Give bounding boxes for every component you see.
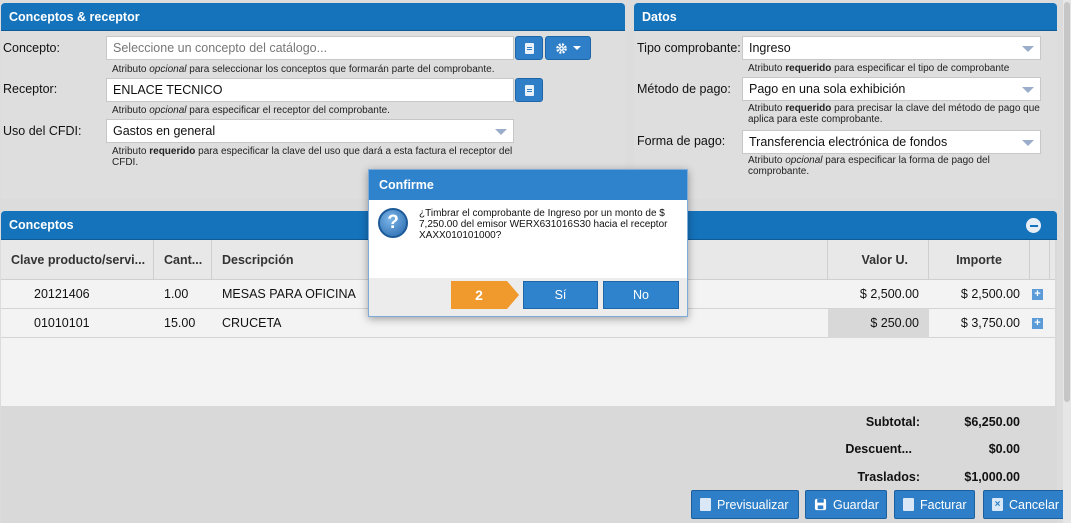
previsualizar-button[interactable]: Previsualizar xyxy=(691,490,799,519)
uso-cfdi-hint: Atributo requerido para especificar la c… xyxy=(112,146,513,168)
invoice-icon xyxy=(903,498,914,511)
metodo-pago-select[interactable]: Pago en una sola exhibición xyxy=(742,77,1041,101)
concepto-hint: Atributo opcional para seleccionar los c… xyxy=(112,64,495,75)
column-valor-unitario[interactable]: Valor U. xyxy=(828,240,929,280)
tipo-comprobante-label: Tipo comprobante: xyxy=(637,41,741,55)
cell-descripcion: MESAS PARA OFICINA xyxy=(222,287,356,301)
grid-empty-area xyxy=(1,338,1055,406)
dialog-title: Confirme xyxy=(369,170,687,200)
tipo-comprobante-select[interactable]: Ingreso xyxy=(742,36,1041,60)
forma-pago-select[interactable]: Transferencia electrónica de fondos xyxy=(742,130,1041,154)
metodo-pago-label: Método de pago: xyxy=(637,82,731,96)
chevron-down-icon xyxy=(573,46,581,50)
cell-importe: $ 2,500.00 xyxy=(960,287,1020,301)
confirm-dialog: Confirme ? ¿Timbrar el comprobante de In… xyxy=(368,169,688,317)
receptor-input[interactable]: ENLACE TECNICO xyxy=(106,78,514,102)
descuento-value: $0.00 xyxy=(988,442,1020,456)
concepto-input[interactable]: Seleccione un concepto del catálogo... xyxy=(106,36,514,60)
add-concepto-button[interactable] xyxy=(515,36,543,60)
tipo-comprobante-hint: Atributo requerido para especificar el t… xyxy=(748,63,1010,74)
dialog-footer: 2 Sí No xyxy=(369,278,687,316)
yes-button[interactable]: Sí xyxy=(523,281,598,309)
gear-icon xyxy=(556,42,567,54)
pdf-icon xyxy=(700,498,711,511)
cancelar-button[interactable]: × Cancelar xyxy=(983,490,1068,519)
panel-title: Datos xyxy=(634,3,1057,31)
uso-cfdi-label: Uso del CFDI: xyxy=(3,124,82,138)
chevron-down-icon xyxy=(1022,140,1034,146)
subtotal-value: $6,250.00 xyxy=(964,415,1020,429)
receptor-hint: Atributo opcional para especificar el re… xyxy=(112,105,390,116)
chevron-down-icon xyxy=(1022,46,1034,52)
dialog-message: ¿Timbrar el comprobante de Ingreso por u… xyxy=(419,208,668,241)
save-icon xyxy=(814,498,827,511)
uso-cfdi-select[interactable]: Gastos en general xyxy=(106,119,514,143)
minus-circle-icon xyxy=(1029,224,1038,227)
cell-clave: 01010101 xyxy=(34,316,90,330)
question-icon: ? xyxy=(378,208,408,238)
forma-pago-hint: Atributo opcional para especificar la fo… xyxy=(748,155,990,177)
subtotal-label: Subtotal: xyxy=(865,415,920,429)
metodo-pago-hint: Atributo requerido para precisar la clav… xyxy=(748,103,1040,125)
cell-cantidad: 15.00 xyxy=(164,316,196,330)
chevron-down-icon xyxy=(1022,87,1034,93)
cell-valor-unitario: $ 250.00 xyxy=(828,309,929,338)
traslados-label: Traslados: xyxy=(857,470,920,484)
column-cantidad[interactable]: Cant... xyxy=(154,240,212,280)
traslados-value: $1,000.00 xyxy=(964,470,1020,484)
panel-title: Conceptos & receptor xyxy=(1,3,625,31)
collapse-button[interactable] xyxy=(1026,218,1041,233)
cell-importe: $ 3,750.00 xyxy=(960,316,1020,330)
cell-clave: 20121406 xyxy=(34,287,90,301)
cancel-icon: × xyxy=(992,498,1003,511)
cell-valor-unitario: $ 2,500.00 xyxy=(859,287,919,301)
add-document-icon xyxy=(524,84,534,96)
scrollbar-thumb[interactable] xyxy=(1064,2,1070,402)
add-document-icon xyxy=(524,42,534,54)
cell-cantidad: 1.00 xyxy=(164,287,189,301)
receptor-label: Receptor: xyxy=(3,82,58,96)
no-button[interactable]: No xyxy=(603,281,679,309)
step-badge: 2 xyxy=(451,281,519,309)
guardar-button[interactable]: Guardar xyxy=(805,490,887,519)
descuento-label: Descuent... xyxy=(845,442,912,456)
add-receptor-button[interactable] xyxy=(515,78,543,102)
expand-row-icon[interactable]: + xyxy=(1032,318,1043,329)
cell-descripcion: CRUCETA xyxy=(222,316,282,330)
chevron-down-icon xyxy=(495,129,507,135)
facturar-button[interactable]: Facturar xyxy=(894,490,975,519)
column-importe[interactable]: Importe xyxy=(929,240,1030,280)
forma-pago-label: Forma de pago: xyxy=(637,134,726,148)
page-scrollbar[interactable] xyxy=(1063,0,1071,523)
column-clave[interactable]: Clave producto/servi... xyxy=(1,240,154,280)
expand-row-icon[interactable]: + xyxy=(1032,289,1043,300)
concepto-label: Concepto: xyxy=(3,41,60,55)
concepto-options-button[interactable] xyxy=(545,36,591,60)
